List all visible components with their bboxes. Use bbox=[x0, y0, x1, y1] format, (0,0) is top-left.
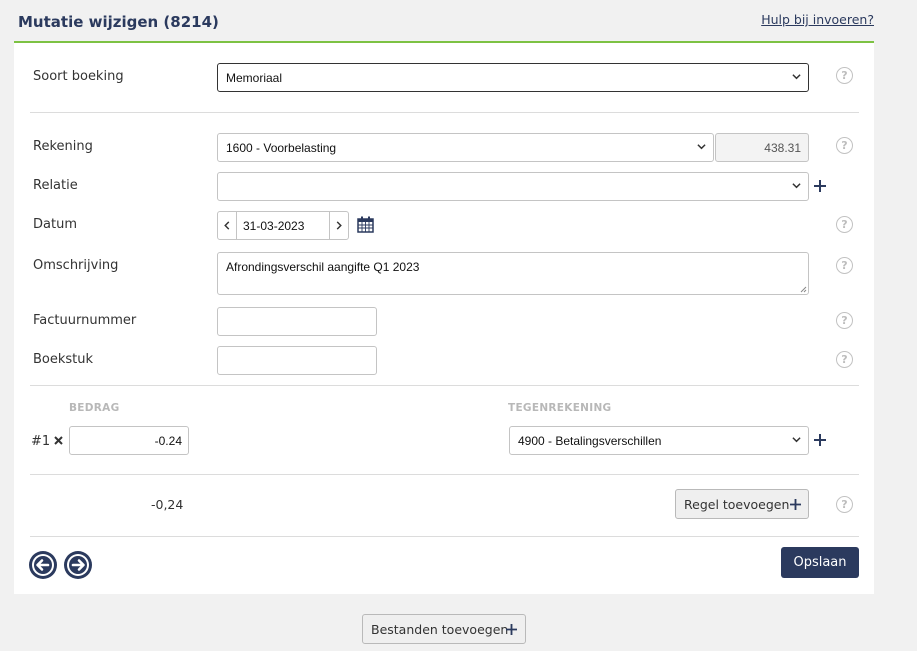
help-icon[interactable]: ? bbox=[836, 216, 853, 233]
remove-line-icon[interactable] bbox=[54, 436, 63, 445]
line-number: #1 bbox=[31, 434, 51, 449]
plus-icon bbox=[506, 624, 517, 635]
factuurnummer-input[interactable] bbox=[217, 307, 377, 336]
add-files-button[interactable]: Bestanden toevoegen bbox=[362, 614, 526, 644]
datum-input[interactable]: 31-03-2023 bbox=[243, 219, 304, 233]
total-amount: -0,24 bbox=[151, 497, 184, 512]
chevron-left-icon bbox=[224, 221, 230, 230]
help-icon[interactable]: ? bbox=[836, 257, 853, 274]
boekstuk-label: Boekstuk bbox=[33, 352, 94, 367]
rekening-balance: 438.31 bbox=[715, 133, 809, 162]
soort-boeking-select[interactable]: Memoriaal bbox=[217, 63, 809, 92]
chevron-right-icon bbox=[336, 221, 342, 230]
omschrijving-label: Omschrijving bbox=[33, 258, 119, 273]
bedrag-input[interactable]: -0.24 bbox=[69, 426, 189, 455]
divider bbox=[30, 385, 859, 386]
next-date-button[interactable] bbox=[329, 212, 348, 239]
next-button[interactable] bbox=[64, 551, 92, 579]
divider bbox=[30, 474, 859, 475]
divider bbox=[30, 112, 859, 113]
add-tegenrekening-plus-icon[interactable] bbox=[814, 434, 826, 446]
rekening-select[interactable]: 1600 - Voorbelasting bbox=[217, 133, 714, 162]
tegenrekening-select[interactable]: 4900 - Betalingsverschillen bbox=[509, 426, 809, 455]
help-icon[interactable]: ? bbox=[836, 351, 853, 368]
save-button[interactable]: Opslaan bbox=[781, 547, 859, 578]
omschrijving-value: Afrondingsverschil aangifte Q1 2023 bbox=[226, 260, 420, 274]
arrow-right-icon bbox=[67, 554, 89, 576]
help-icon[interactable]: ? bbox=[836, 67, 853, 84]
datum-label: Datum bbox=[33, 217, 77, 232]
datum-picker: 31-03-2023 bbox=[217, 211, 349, 240]
omschrijving-textarea[interactable]: Afrondingsverschil aangifte Q1 2023 bbox=[217, 252, 809, 295]
chevron-down-icon bbox=[792, 183, 801, 189]
tegenrekening-column-header: TEGENREKENING bbox=[508, 402, 612, 414]
help-icon[interactable]: ? bbox=[836, 312, 853, 329]
previous-button[interactable] bbox=[29, 551, 57, 579]
relatie-select[interactable] bbox=[217, 172, 809, 201]
soort-boeking-value: Memoriaal bbox=[226, 71, 283, 85]
help-icon[interactable]: ? bbox=[836, 137, 853, 154]
boekstuk-input[interactable] bbox=[217, 346, 377, 375]
chevron-down-icon bbox=[792, 74, 801, 80]
page-header: Mutatie wijzigen (8214) Hulp bij invoere… bbox=[14, 0, 874, 43]
help-icon[interactable]: ? bbox=[836, 496, 853, 513]
relatie-label: Relatie bbox=[33, 178, 78, 193]
prev-date-button[interactable] bbox=[218, 212, 237, 239]
rekening-value: 1600 - Voorbelasting bbox=[226, 141, 337, 155]
page-title: Mutatie wijzigen (8214) bbox=[18, 13, 219, 31]
add-files-label: Bestanden toevoegen bbox=[371, 622, 509, 637]
factuurnummer-label: Factuurnummer bbox=[33, 313, 137, 328]
add-row-button[interactable]: Regel toevoegen bbox=[675, 489, 809, 519]
add-row-label: Regel toevoegen bbox=[684, 497, 790, 512]
soort-boeking-label: Soort boeking bbox=[33, 69, 124, 84]
chevron-down-icon bbox=[697, 144, 706, 150]
chevron-down-icon bbox=[792, 437, 801, 443]
tegenrekening-value: 4900 - Betalingsverschillen bbox=[518, 434, 662, 448]
divider bbox=[30, 536, 859, 537]
rekening-balance-value: 438.31 bbox=[764, 141, 801, 155]
arrow-left-icon bbox=[32, 554, 54, 576]
calendar-icon[interactable] bbox=[357, 216, 374, 233]
resize-handle-icon[interactable] bbox=[800, 286, 807, 293]
plus-icon bbox=[790, 499, 801, 510]
help-link[interactable]: Hulp bij invoeren? bbox=[761, 12, 874, 27]
bedrag-value: -0.24 bbox=[154, 434, 182, 448]
rekening-label: Rekening bbox=[33, 139, 93, 154]
bedrag-column-header: BEDRAG bbox=[69, 402, 120, 414]
add-relatie-plus-icon[interactable] bbox=[814, 180, 826, 192]
